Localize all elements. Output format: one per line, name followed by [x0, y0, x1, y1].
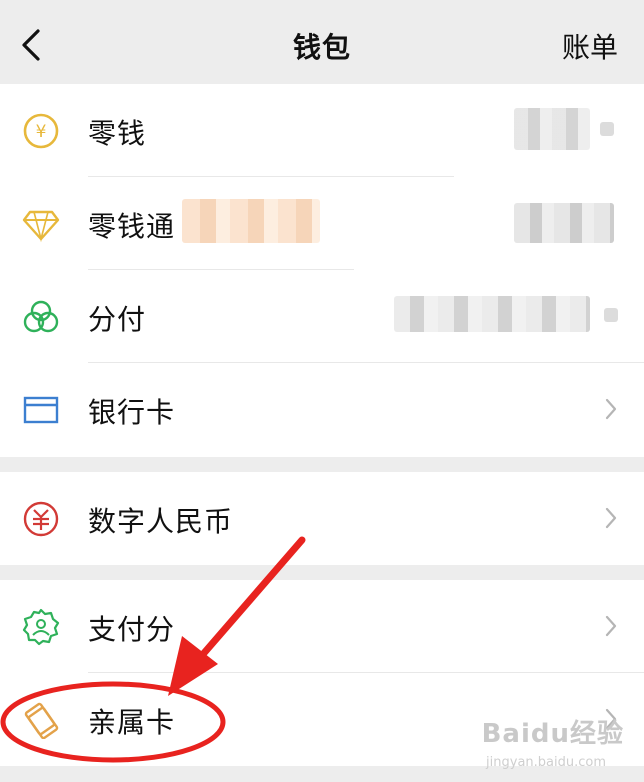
watermark-url: jingyan.baidu.com [486, 755, 606, 770]
bill-button[interactable]: 账单 [562, 26, 618, 66]
wallet-item-label: 零钱 [88, 117, 147, 150]
digital-rmb-item[interactable]: 数字人民币 [0, 472, 644, 565]
digital-rmb-group: 数字人民币 [0, 472, 644, 565]
balance-redacted [514, 108, 590, 150]
wallet-item-fenfu[interactable]: 分付 [0, 270, 644, 363]
credit-redacted-small [604, 308, 618, 322]
balance-redacted-small [600, 122, 614, 136]
chevron-right-icon [605, 398, 617, 420]
svg-text:¥: ¥ [36, 122, 47, 142]
wallet-item-label: 零钱通 [88, 210, 176, 243]
yuan-coin-icon: ¥ [23, 113, 59, 149]
credit-redacted [394, 296, 590, 332]
promo-redacted [182, 199, 320, 243]
page-title: 钱包 [292, 31, 351, 64]
chevron-right-icon [605, 615, 617, 637]
wallet-item-label: 银行卡 [88, 396, 176, 429]
digital-rmb-label: 数字人民币 [88, 505, 234, 538]
fenfu-circles-icon [23, 300, 59, 333]
diamond-icon [22, 210, 60, 243]
nav-bar: 钱包 账单 [0, 0, 644, 84]
digital-rmb-icon [23, 501, 59, 537]
wallet-item-change[interactable]: ¥ 零钱 [0, 84, 644, 177]
balance-redacted [514, 203, 614, 243]
wallet-item-bank-card[interactable]: 银行卡 [0, 363, 644, 456]
pay-score-icon [22, 608, 60, 646]
watermark-brand: Baidu经验 [481, 719, 624, 749]
pay-score-item[interactable]: 支付分 [0, 580, 644, 673]
wallet-item-lingqiantong[interactable]: 零钱通 [0, 177, 644, 270]
family-card-label: 亲属卡 [88, 706, 176, 739]
chevron-right-icon [605, 507, 617, 529]
family-card-icon [24, 702, 59, 739]
bank-card-icon [23, 396, 59, 424]
wallet-item-label: 分付 [88, 303, 147, 336]
wallet-group: ¥ 零钱 零钱通 分付 银行卡 [0, 84, 644, 457]
pay-score-label: 支付分 [88, 613, 176, 646]
